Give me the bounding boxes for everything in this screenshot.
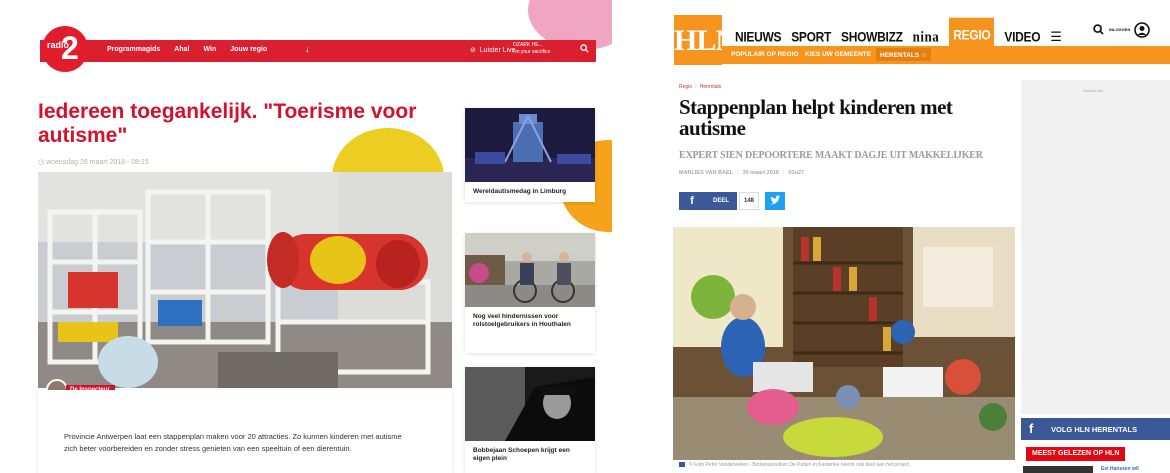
subnav-populair[interactable]: POPULAIR OP REGIO	[731, 51, 798, 58]
nav-ahal[interactable]: Ahal	[174, 46, 189, 53]
related-caption-1: Wereldautismedag in Limburg	[473, 188, 567, 195]
clock-icon: ◷	[38, 159, 45, 166]
most-read-thumbnail[interactable]	[1023, 466, 1093, 473]
radio2-article-screenshot: radio 2 Programmagids Ahal Win Jouw regi…	[0, 0, 612, 473]
related-card-3[interactable]: Bobbejaan Schoepen krijgt een eigen plei…	[465, 367, 595, 473]
camera-icon	[679, 462, 685, 468]
listen-live-button[interactable]: ⊘ Luister Live	[470, 46, 516, 54]
article-author[interactable]: MARLIES VAN BAEL	[679, 170, 733, 176]
related-caption-2: Nog veel hindernissen voor rolstoelgebru…	[473, 313, 571, 328]
article-intro-box: Provincie Antwerpen laat een stappenplan…	[38, 390, 452, 473]
article-subtitle: EXPERT SIEN DEPOORTERE MAAKT DAGJE UIT M…	[679, 150, 983, 161]
user-icon[interactable]	[1134, 22, 1150, 38]
nav-sport[interactable]: SPORT	[791, 28, 831, 44]
article-title: Stappenplan helpt kinderen met autisme	[679, 95, 953, 140]
now-playing-song: I'm your sacrifice	[513, 49, 551, 55]
mine-tower-night-image	[465, 108, 595, 182]
subnav-kies-gemeente[interactable]: KIES UW GEMEENTE	[805, 51, 871, 58]
nav-win[interactable]: Win	[203, 46, 216, 53]
related-card-2[interactable]: Nog veel hindernissen voor rolstoelgebru…	[465, 233, 595, 353]
share-count: 148	[739, 192, 759, 210]
hamburger-menu-icon[interactable]: ☰	[1050, 29, 1062, 45]
article-date: ◷ woensdag 28 maart 2018 - 08:15	[38, 158, 149, 166]
now-playing[interactable]: OZARK HE... I'm your sacrifice	[513, 42, 571, 56]
facebook-icon: f	[1029, 421, 1034, 436]
nav-video[interactable]: VIDEO	[1004, 28, 1040, 44]
radio2-menu: Programmagids Ahal Win Jouw regio	[107, 46, 267, 53]
hero-image-playground	[38, 172, 452, 388]
article-photo-library[interactable]	[673, 227, 1015, 460]
most-read-item-link[interactable]: Evi Hanssen wil	[1101, 466, 1139, 472]
article-meta: MARLIES VAN BAEL | 30 maart 2018 | 03u27	[679, 170, 804, 176]
logo-number: 2	[61, 30, 79, 66]
search-icon[interactable]	[580, 44, 589, 53]
nav-nina[interactable]: nina	[913, 27, 940, 45]
hln-logo[interactable]: HLN	[674, 15, 737, 65]
listen-live-label: Luister Live	[479, 47, 516, 54]
facebook-share-button[interactable]: DEEL	[705, 192, 737, 210]
nav-jouw-regio[interactable]: Jouw regio	[230, 46, 267, 53]
search-icon[interactable]	[1093, 24, 1104, 35]
article-intro: Provincie Antwerpen laat een stappenplan…	[64, 432, 402, 453]
login-link[interactable]: INLOGGEN	[1109, 27, 1130, 32]
related-image-1	[465, 108, 595, 182]
article-time: 03u27	[788, 170, 805, 176]
hln-article-screenshot: HLN NIEUWS SPORT SHOWBIZZ nina REGIO VID…	[643, 0, 1170, 473]
meta-divider: |	[736, 170, 739, 176]
follow-hln-herentals-button[interactable]: f VOLG HLN HERENTALS	[1021, 418, 1170, 440]
photo-caption: © Foto Peter Vanderveken - Binnenspeeltu…	[679, 462, 911, 468]
facebook-icon[interactable]: f	[679, 192, 705, 210]
article-date: 30 maart 2018	[742, 170, 779, 176]
subnav-herentals[interactable]: HERENTALS ☆	[876, 48, 931, 61]
nav-programmagids[interactable]: Programmagids	[107, 46, 160, 53]
wheelchair-street-image	[465, 233, 595, 307]
article-date-text: woensdag 28 maart 2018 - 08:15	[46, 159, 149, 166]
breadcrumb: Regio › Herentals	[679, 84, 721, 90]
breadcrumb-regio[interactable]: Regio	[679, 84, 692, 90]
arrow-down-icon[interactable]: ↓	[305, 44, 310, 54]
hln-sub-nav: POPULAIR OP REGIO KIES UW GEMEENTE HEREN…	[722, 46, 1170, 64]
related-image-3	[465, 367, 595, 441]
nav-showbizz[interactable]: SHOWBIZZ	[841, 28, 903, 44]
bw-portrait-image	[465, 367, 595, 441]
ad-label: Advertentie	[1083, 88, 1104, 93]
breadcrumb-herentals[interactable]: Herentals	[700, 84, 721, 90]
nav-nieuws[interactable]: NIEUWS	[735, 28, 782, 44]
advertisement-slot[interactable]: Advertentie	[1021, 80, 1170, 414]
library-reading-illustration	[673, 227, 1015, 460]
now-playing-artist: OZARK HE...	[513, 42, 543, 48]
article-title: Iedereen toegankelijk. "Toerisme voor au…	[38, 100, 417, 147]
radio2-logo[interactable]: radio 2	[42, 26, 88, 72]
photo-caption-text: © Foto Peter Vanderveken - Binnenspeeltu…	[689, 462, 911, 468]
related-card-1[interactable]: Wereldautismedag in Limburg	[465, 108, 595, 202]
playground-illustration	[38, 172, 452, 388]
related-caption-3: Bobbejaan Schoepen krijgt een eigen plei…	[473, 447, 570, 462]
play-circle-icon: ⊘	[470, 47, 476, 54]
most-read-header: MEEST GELEZEN OP HLN	[1026, 447, 1126, 461]
follow-label: VOLG HLN HERENTALS	[1051, 425, 1138, 434]
breadcrumb-separator: ›	[695, 84, 697, 90]
related-image-2	[465, 233, 595, 307]
twitter-icon[interactable]	[765, 192, 785, 210]
